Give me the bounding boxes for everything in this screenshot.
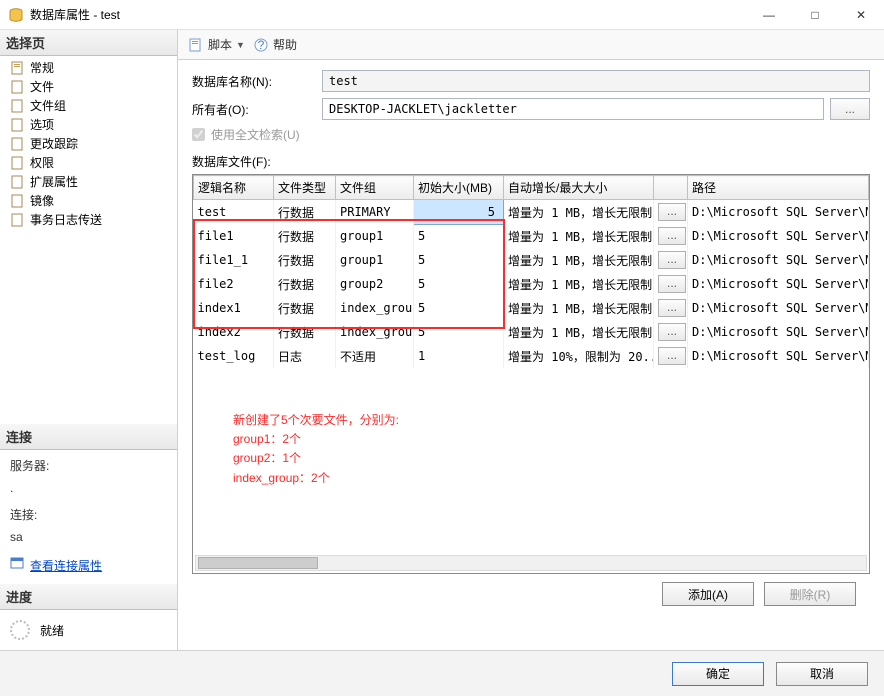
row-ellipsis-button[interactable]: ... [658,227,686,245]
row-ellipsis-button[interactable]: ... [658,347,686,365]
titlebar: 数据库属性 - test — □ ✕ [0,0,884,30]
svg-text:?: ? [258,38,265,52]
add-button[interactable]: 添加(A) [662,582,754,606]
nav-item-filegroups[interactable]: 文件组 [0,96,177,115]
fulltext-checkbox [192,128,205,141]
col-logical-name[interactable]: 逻辑名称 [194,176,274,200]
annotation-text: 新创建了5个次要文件，分别为: group1：2个 group2：1个 inde… [233,411,399,488]
nav-item-logshipping[interactable]: 事务日志传送 [0,210,177,229]
row-ellipsis-button[interactable]: ... [658,275,686,293]
toolbar: 脚本 ▼ ? 帮助 [178,30,884,60]
owner-browse-button[interactable]: ... [830,98,870,120]
ok-button[interactable]: 确定 [672,662,764,686]
col-initial-size[interactable]: 初始大小(MB) [414,176,504,200]
chevron-down-icon: ▼ [236,40,245,50]
script-icon [188,37,204,53]
dbname-input[interactable] [322,70,870,92]
page-icon [10,99,26,113]
row-ellipsis-cell[interactable]: ... [654,248,688,272]
col-file-type[interactable]: 文件类型 [274,176,336,200]
minimize-button[interactable]: — [746,0,792,30]
page-icon [10,80,26,94]
row-ellipsis-cell[interactable]: ... [654,344,688,368]
server-label: 服务器: [10,456,167,478]
view-connection-props-link[interactable]: 查看连接属性 [30,556,102,578]
help-icon: ? [253,37,269,53]
script-button[interactable]: 脚本 ▼ [188,36,245,53]
progress-header: 进度 [0,584,177,610]
maximize-button[interactable]: □ [792,0,838,30]
database-icon [8,7,24,23]
row-ellipsis-cell[interactable]: ... [654,224,688,248]
connection-label: 连接: [10,505,167,527]
page-icon [10,175,26,189]
nav-item-mirroring[interactable]: 镜像 [0,191,177,210]
table-row[interactable]: index2行数据index_group5增量为 1 MB，增长无限制...D:… [194,320,869,344]
files-table[interactable]: 逻辑名称 文件类型 文件组 初始大小(MB) 自动增长/最大大小 路径 test… [193,175,869,368]
close-button[interactable]: ✕ [838,0,884,30]
progress-spinner-icon [10,620,30,640]
col-autogrowth[interactable]: 自动增长/最大大小 [504,176,654,200]
col-filegroup[interactable]: 文件组 [336,176,414,200]
nav-item-general[interactable]: 常规 [0,58,177,77]
page-icon [10,213,26,227]
col-path[interactable]: 路径 [688,176,869,200]
progress-value: 就绪 [40,622,64,639]
table-row[interactable]: file1_1行数据group15增量为 1 MB，增长无限制...D:\Mic… [194,248,869,272]
col-ellipsis[interactable] [654,176,688,200]
fulltext-label: 使用全文检索(U) [211,126,300,143]
select-page-header: 选择页 [0,30,177,56]
server-value: . [10,478,167,500]
row-ellipsis-cell[interactable]: ... [654,320,688,344]
dialog-footer: 确定 取消 [0,650,884,696]
table-row[interactable]: file2行数据group25增量为 1 MB，增长无限制...D:\Micro… [194,272,869,296]
nav-item-files[interactable]: 文件 [0,77,177,96]
row-ellipsis-button[interactable]: ... [658,323,686,341]
row-ellipsis-button[interactable]: ... [658,251,686,269]
connection-value: sa [10,527,167,549]
cancel-button[interactable]: 取消 [776,662,868,686]
connection-props-icon [10,556,26,578]
owner-input[interactable] [322,98,824,120]
owner-label: 所有者(O): [192,101,322,118]
table-row[interactable]: index1行数据index_group5增量为 1 MB，增长无限制...D:… [194,296,869,320]
nav-item-permissions[interactable]: 权限 [0,153,177,172]
row-ellipsis-cell[interactable]: ... [654,296,688,320]
progress-body: 就绪 [0,610,177,650]
delete-button[interactable]: 删除(R) [764,582,856,606]
table-row[interactable]: test_log日志不适用1增量为 10%，限制为 20......D:\Mic… [194,344,869,368]
nav-item-changetracking[interactable]: 更改跟踪 [0,134,177,153]
page-icon [10,137,26,151]
row-ellipsis-cell[interactable]: ... [654,200,688,225]
main-panel: 脚本 ▼ ? 帮助 数据库名称(N): 所有者(O): ... 使用全文检索(U… [178,30,884,650]
sidebar: 选择页 常规 文件 文件组 选项 更改跟踪 权限 扩展属性 镜像 事务日志传送 … [0,30,178,650]
horizontal-scrollbar[interactable] [195,555,867,571]
page-icon [10,194,26,208]
page-icon [10,156,26,170]
table-header-row: 逻辑名称 文件类型 文件组 初始大小(MB) 自动增长/最大大小 路径 [194,176,869,200]
nav-item-extprops[interactable]: 扩展属性 [0,172,177,191]
table-row[interactable]: file1行数据group15增量为 1 MB，增长无限制...D:\Micro… [194,224,869,248]
connection-body: 服务器: . 连接: sa 查看连接属性 [0,450,177,584]
page-icon [10,118,26,132]
row-ellipsis-button[interactable]: ... [658,299,686,317]
connection-header: 连接 [0,424,177,450]
row-ellipsis-cell[interactable]: ... [654,272,688,296]
table-row[interactable]: test行数据PRIMARY5增量为 1 MB，增长无限制...D:\Micro… [194,200,869,225]
page-icon [10,61,26,75]
window-title: 数据库属性 - test [30,6,746,23]
scrollbar-thumb[interactable] [198,557,318,569]
dbname-label: 数据库名称(N): [192,73,322,90]
nav-list: 常规 文件 文件组 选项 更改跟踪 权限 扩展属性 镜像 事务日志传送 [0,56,177,231]
nav-item-options[interactable]: 选项 [0,115,177,134]
files-label: 数据库文件(F): [192,153,870,170]
row-ellipsis-button[interactable]: ... [658,203,686,221]
files-table-wrap: 逻辑名称 文件类型 文件组 初始大小(MB) 自动增长/最大大小 路径 test… [192,174,870,574]
help-button[interactable]: ? 帮助 [253,36,297,53]
